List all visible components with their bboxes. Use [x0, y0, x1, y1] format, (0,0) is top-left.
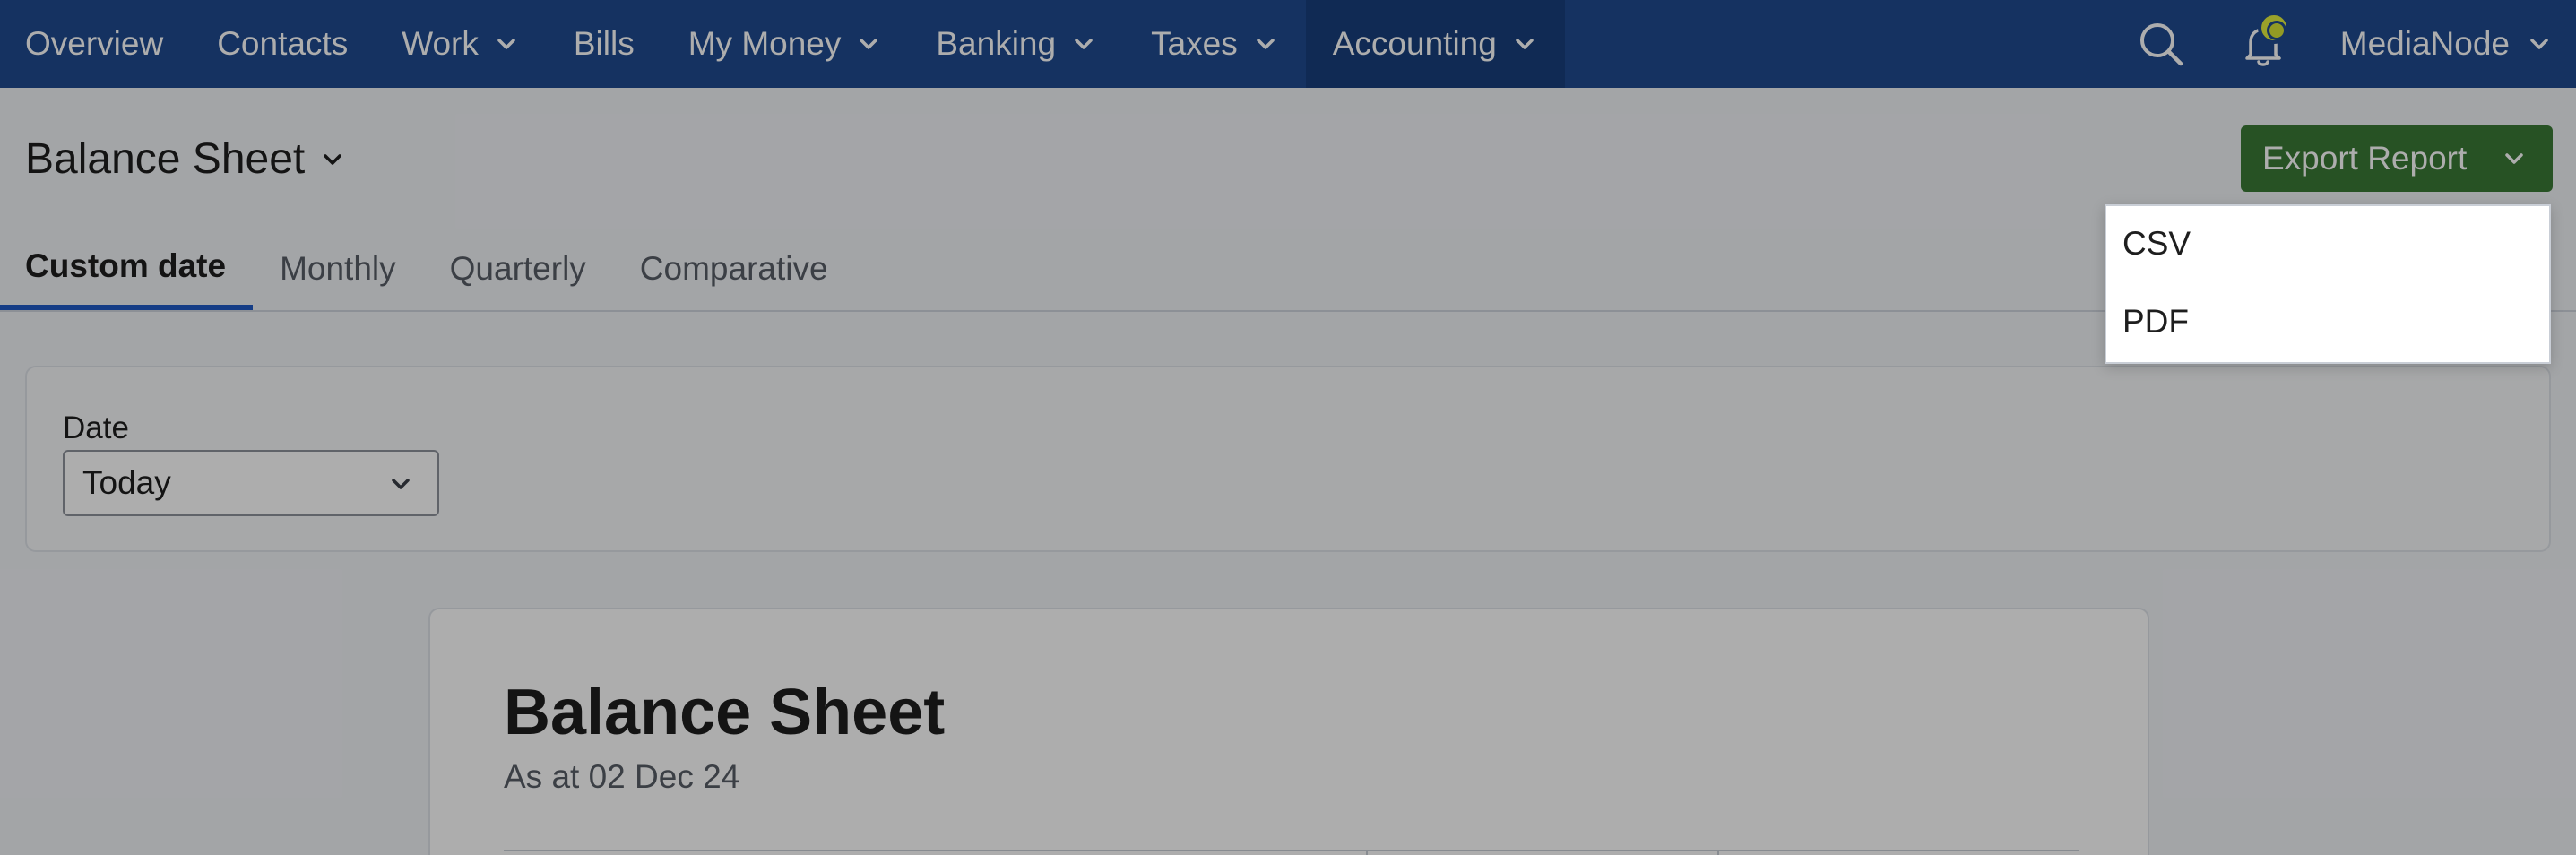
export-options-menu: CSV PDF — [2105, 204, 2551, 364]
export-pdf-option[interactable]: PDF — [2106, 281, 2549, 361]
export-csv-option[interactable]: CSV — [2106, 206, 2549, 281]
modal-backdrop[interactable] — [0, 0, 2576, 855]
